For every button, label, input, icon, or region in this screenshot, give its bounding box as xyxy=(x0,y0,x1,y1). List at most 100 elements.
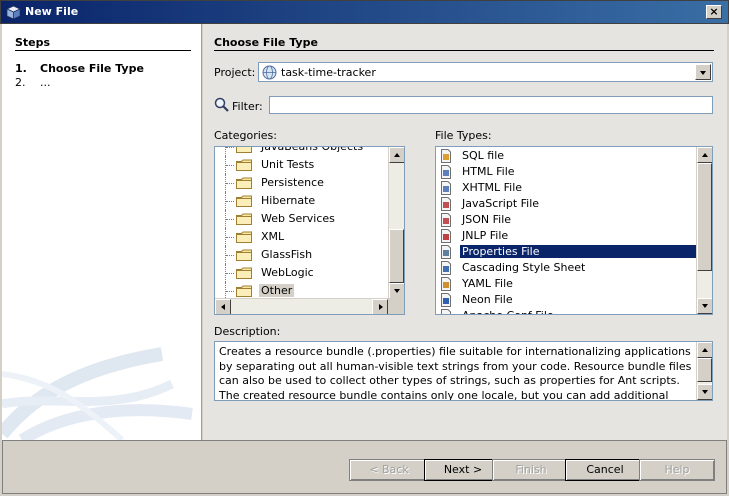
file-type-item[interactable]: XHTML File xyxy=(436,180,698,196)
decorative-swoosh-graphic xyxy=(2,347,193,440)
scroll-down-button[interactable] xyxy=(697,298,712,314)
scroll-thumb[interactable] xyxy=(389,229,404,283)
tree-guide-line xyxy=(226,237,234,238)
folder-icon xyxy=(236,249,252,261)
back-button[interactable]: < Back xyxy=(349,459,429,481)
step-number: 1. xyxy=(15,62,27,75)
chevron-down-icon[interactable] xyxy=(695,64,711,80)
category-item[interactable]: Web Services xyxy=(215,210,388,228)
jnlp-file-icon xyxy=(441,229,451,243)
file-type-item[interactable]: Apache Conf File xyxy=(436,308,698,314)
file-type-item[interactable]: JNLP File xyxy=(436,228,698,244)
scroll-up-button[interactable] xyxy=(697,342,712,358)
category-label: Other xyxy=(259,284,295,297)
scrollbar-corner xyxy=(388,298,404,314)
description-label: Description: xyxy=(214,325,281,338)
title-bar: New File × xyxy=(0,0,729,24)
category-item[interactable]: GlassFish xyxy=(215,246,388,264)
folder-icon xyxy=(236,147,252,153)
section-title: Choose File Type xyxy=(214,36,318,49)
xhtml-file-icon xyxy=(441,181,451,195)
file-types-label: File Types: xyxy=(435,129,492,142)
properties-file-icon xyxy=(441,245,451,259)
file-type-item[interactable]: Neon File xyxy=(436,292,698,308)
scroll-up-button[interactable] xyxy=(389,147,404,163)
next-button[interactable]: Next > xyxy=(424,459,502,481)
step-2: 2.... xyxy=(15,76,51,89)
button-bar-divider xyxy=(2,440,727,441)
file-type-label: Properties File xyxy=(460,245,696,258)
file-type-item[interactable]: HTML File xyxy=(436,164,698,180)
category-label: Hibernate xyxy=(261,194,316,207)
file-type-label: JNLP File xyxy=(462,229,509,242)
folder-icon xyxy=(236,213,252,225)
category-label: XML xyxy=(261,230,285,243)
file-type-label: JSON File xyxy=(462,213,512,226)
close-button[interactable]: × xyxy=(706,5,722,19)
step-1: 1. Choose File Type xyxy=(15,62,144,75)
html-file-icon xyxy=(441,165,451,179)
scroll-up-button[interactable] xyxy=(697,147,712,163)
scroll-down-button[interactable] xyxy=(389,283,404,299)
file-type-label: Neon File xyxy=(462,293,513,306)
netbeans-cube-icon xyxy=(6,5,21,20)
category-label: Unit Tests xyxy=(261,158,315,171)
step-number: 2. xyxy=(15,76,26,89)
description-box[interactable]: Creates a resource bundle (.properties) … xyxy=(214,341,713,401)
scroll-right-button[interactable] xyxy=(372,299,388,314)
file-type-label: HTML File xyxy=(462,165,515,178)
project-combobox[interactable]: task-time-tracker xyxy=(258,62,713,82)
tree-guide-line xyxy=(226,183,234,184)
category-item[interactable]: Unit Tests xyxy=(215,156,388,174)
tree-guide-line xyxy=(226,273,234,274)
project-label: Project: xyxy=(214,66,256,79)
file-types-vertical-scrollbar[interactable] xyxy=(696,147,712,314)
sql-file-icon xyxy=(441,149,451,163)
folder-icon xyxy=(236,159,252,171)
category-item[interactable]: WebLogic xyxy=(215,264,388,282)
category-label: WebLogic xyxy=(261,266,314,279)
file-type-item[interactable]: Properties File xyxy=(436,244,698,260)
filter-input[interactable] xyxy=(269,96,713,114)
cancel-button[interactable]: Cancel xyxy=(565,459,645,481)
steps-pane: Steps 1. Choose File Type 2.... xyxy=(2,24,202,440)
category-label: JavaBeans Objects xyxy=(261,146,364,153)
folder-icon xyxy=(236,177,252,189)
scroll-thumb[interactable] xyxy=(697,163,712,271)
json-file-icon xyxy=(441,213,451,227)
file-type-label: YAML File xyxy=(462,277,513,290)
file-type-item[interactable]: JavaScript File xyxy=(436,196,698,212)
category-label: Web Services xyxy=(261,212,335,225)
tree-guide-line xyxy=(226,201,234,202)
file-type-item[interactable]: Cascading Style Sheet xyxy=(436,260,698,276)
scroll-thumb[interactable] xyxy=(697,358,712,382)
description-vertical-scrollbar[interactable] xyxy=(696,342,712,400)
file-type-item[interactable]: YAML File xyxy=(436,276,698,292)
window-title: New File xyxy=(25,5,79,18)
categories-horizontal-scrollbar[interactable] xyxy=(215,298,404,314)
file-type-label: XHTML File xyxy=(462,181,523,194)
tree-guide-line xyxy=(226,255,234,256)
category-label: Persistence xyxy=(261,176,324,189)
yaml-file-icon xyxy=(441,277,451,291)
file-type-label: JavaScript File xyxy=(462,197,540,210)
main-pane: Choose File Type Project: task-time-trac… xyxy=(203,24,727,440)
folder-icon xyxy=(236,285,252,297)
categories-tree[interactable]: JavaBeans Objects Unit Tests Persistence Hi… xyxy=(214,146,405,315)
scroll-left-button[interactable] xyxy=(215,299,231,314)
apache-conf-file-icon xyxy=(441,309,451,314)
category-item[interactable]: XML xyxy=(215,228,388,246)
file-type-item[interactable]: SQL file xyxy=(436,148,698,164)
step-label: ... xyxy=(40,76,51,89)
category-item[interactable]: Hibernate xyxy=(215,192,388,210)
category-item[interactable]: Persistence xyxy=(215,174,388,192)
css-file-icon xyxy=(441,261,451,275)
scroll-down-button[interactable] xyxy=(697,384,712,400)
category-item[interactable]: JavaBeans Objects xyxy=(215,146,388,156)
help-button[interactable]: Help xyxy=(639,459,715,481)
file-types-list[interactable]: SQL file HTML File XHTML File JavaScript Fi… xyxy=(435,146,713,315)
categories-vertical-scrollbar[interactable] xyxy=(388,147,404,300)
file-type-item[interactable]: JSON File xyxy=(436,212,698,228)
finish-button[interactable]: Finish xyxy=(492,459,570,481)
search-icon xyxy=(214,97,229,112)
